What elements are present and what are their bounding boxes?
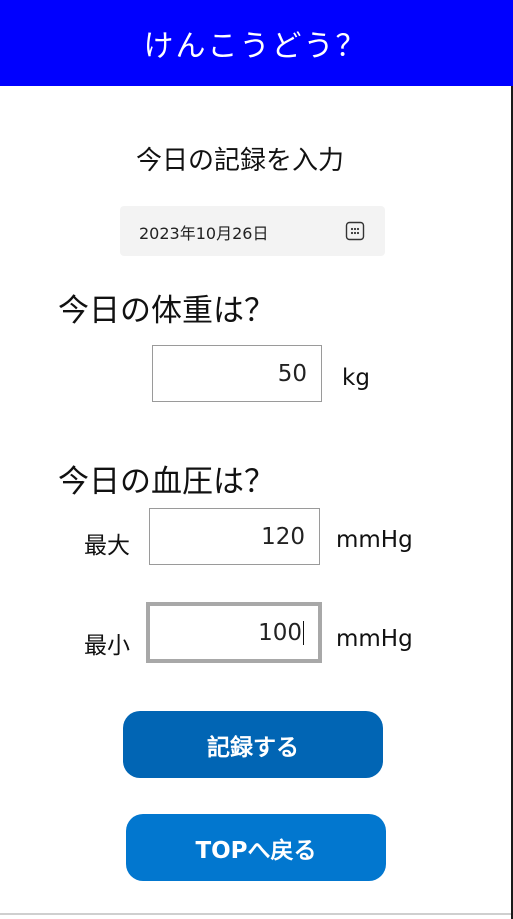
- min-pressure-input[interactable]: 100: [146, 602, 322, 663]
- app-title: けんこうどう？: [143, 29, 368, 64]
- weight-input[interactable]: 50: [152, 345, 322, 402]
- max-pressure-value: 120: [261, 523, 305, 550]
- max-pressure-input[interactable]: 120: [149, 508, 320, 565]
- weight-value: 50: [277, 360, 307, 387]
- min-pressure-value: 100: [258, 619, 302, 646]
- date-picker[interactable]: 2023年10月26日: [120, 206, 385, 256]
- calendar-icon[interactable]: [345, 221, 365, 241]
- max-pressure-unit: mmHg: [336, 527, 413, 553]
- bottom-divider: [0, 913, 511, 915]
- app-header: けんこうどう？: [0, 0, 513, 86]
- max-label: 最大: [84, 533, 130, 559]
- date-value: 2023年10月26日: [139, 224, 269, 243]
- weight-heading: 今日の体重は？: [58, 293, 275, 329]
- min-label: 最小: [84, 633, 130, 659]
- save-record-button[interactable]: 記録する: [123, 711, 383, 778]
- record-title: 今日の記録を入力: [136, 146, 345, 176]
- back-to-top-button[interactable]: TOPへ戻る: [126, 814, 386, 881]
- weight-unit: kg: [342, 365, 370, 391]
- min-pressure-unit: mmHg: [336, 626, 413, 652]
- text-caret: [303, 620, 304, 645]
- blood-pressure-heading: 今日の血圧は？: [58, 464, 275, 500]
